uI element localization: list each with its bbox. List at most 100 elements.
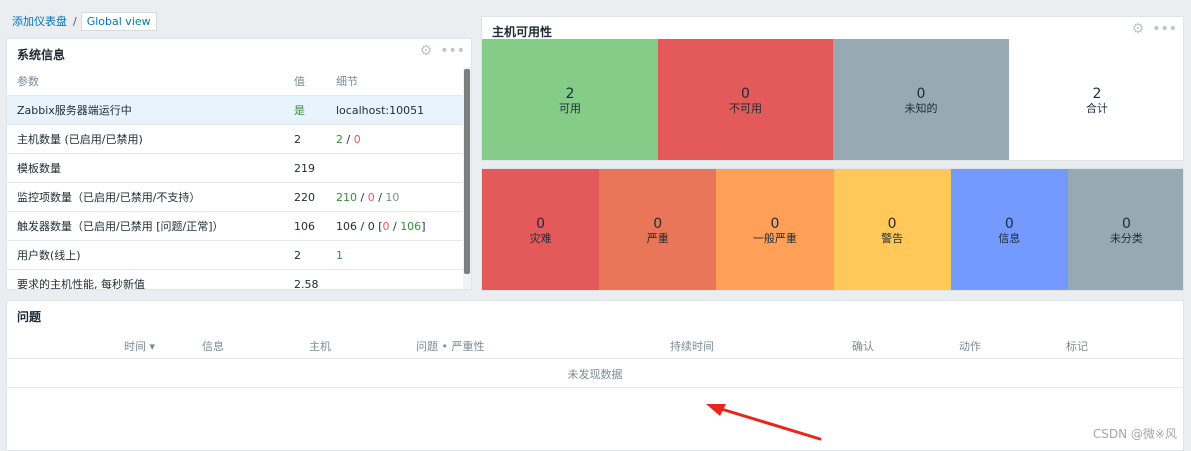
detail-separator: / <box>357 190 368 204</box>
column-header-detail: 细节 <box>336 75 358 88</box>
breadcrumb-separator: / <box>73 14 77 28</box>
severity-label: 灾难 <box>529 232 552 245</box>
column-header-duration: 持续时间 <box>670 340 714 353</box>
row-detail: 210 / 0 / 10 <box>336 191 465 204</box>
gear-icon[interactable]: ⚙ <box>420 44 433 58</box>
system-info-table: 参数 值 细节 Zabbix服务器端运行中 是 localhost:10051 … <box>7 67 465 290</box>
availability-label: 可用 <box>559 101 581 115</box>
table-row: 用户数(线上) 2 1 <box>7 241 465 270</box>
severity-label: 信息 <box>998 232 1021 245</box>
severity-count: 0 <box>653 216 663 232</box>
table-row: 触发器数量（已启用/已禁用 [问题/正常]） 106 106 / 0 [0 / … <box>7 212 465 241</box>
availability-available[interactable]: 2 可用 <box>482 39 658 160</box>
row-value: 219 <box>294 161 315 175</box>
row-param: 模板数量 <box>17 162 61 175</box>
watermark: CSDN @微※风 <box>1092 427 1177 441</box>
availability-label: 未知的 <box>904 101 938 115</box>
severity-not-classified[interactable]: 0 未分类 <box>1067 169 1183 290</box>
enabled-count: 210 <box>336 190 357 204</box>
row-detail: 106 / 0 [0 / 106] <box>336 220 465 233</box>
availability-unknown[interactable]: 0 未知的 <box>833 39 1009 160</box>
ok-count: 106 <box>400 219 422 233</box>
row-value: 106 <box>294 219 315 233</box>
row-detail: localhost:10051 <box>336 103 425 117</box>
row-value: 2 <box>294 132 301 146</box>
severity-count: 0 <box>887 216 897 232</box>
severity-label: 一般严重 <box>752 232 797 245</box>
severity-bar: 0 灾难 0 严重 0 一般严重 0 警告 0 信息 0 未分类 <box>482 169 1183 290</box>
availability-label: 不可用 <box>729 101 762 115</box>
table-row: 监控项数量（已启用/已禁用/不支持） 220 210 / 0 / 10 <box>7 183 465 212</box>
scrollbar[interactable] <box>463 67 471 289</box>
detail-separator: / <box>389 219 401 233</box>
problems-table-header: 时间 ▾ 信息 主机 问题 • 严重性 持续时间 确认 动作 标记 <box>7 330 1183 359</box>
severity-count: 0 <box>770 216 780 232</box>
availability-count: 0 <box>741 85 750 102</box>
severity-count: 0 <box>1121 216 1131 232</box>
severity-high[interactable]: 0 严重 <box>599 169 717 290</box>
row-value: 2.58 <box>294 277 319 290</box>
availability-unavailable[interactable]: 0 不可用 <box>658 39 833 160</box>
severity-count: 0 <box>1004 216 1014 232</box>
availability-count: 2 <box>565 85 575 102</box>
row-param: 主机数量 (已启用/已禁用) <box>17 133 143 146</box>
column-header-tags: 标记 <box>1066 340 1088 353</box>
severity-label: 警告 <box>881 232 904 245</box>
problems-widget: 问题 时间 ▾ 信息 主机 问题 • 严重性 持续时间 确认 动作 标记 未发现… <box>6 300 1184 451</box>
table-row: 主机数量 (已启用/已禁用) 2 2 / 0 <box>7 125 465 154</box>
column-header-time[interactable]: 时间 ▾ <box>124 338 155 354</box>
row-value: 220 <box>294 190 315 204</box>
system-info-widget: 系统信息 ⚙ ••• 参数 值 细节 Zabbix服务器端运行中 是 local… <box>6 38 472 290</box>
availability-total[interactable]: 2 合计 <box>1009 39 1183 160</box>
row-value: 2 <box>294 248 301 262</box>
more-icon[interactable]: ••• <box>1152 22 1177 36</box>
breadcrumb-current-dashboard[interactable]: Global view <box>80 11 157 31</box>
table-row: 模板数量 219 <box>7 154 465 183</box>
column-header-value: 值 <box>294 75 305 88</box>
column-header-info: 信息 <box>202 340 224 353</box>
host-availability-bar: 2 可用 0 不可用 0 未知的 2 合计 <box>482 39 1183 160</box>
severity-count: 0 <box>536 216 546 232</box>
column-header-ack: 确认 <box>852 340 874 353</box>
severity-warning[interactable]: 0 警告 <box>833 169 951 290</box>
availability-count: 2 <box>1092 85 1102 102</box>
detail-prefix: 106 / 0 [ <box>336 219 383 233</box>
availability-label: 合计 <box>1086 101 1108 115</box>
detail-separator: / <box>343 132 354 146</box>
row-param: 监控项数量（已启用/已禁用/不支持） <box>17 191 201 204</box>
problems-title: 问题 <box>17 310 42 324</box>
column-header-problem-severity[interactable]: 问题 • 严重性 <box>416 338 484 354</box>
severity-average[interactable]: 0 一般严重 <box>716 169 834 290</box>
unsupported-count: 10 <box>385 190 400 204</box>
row-param: Zabbix服务器端运行中 <box>17 104 132 117</box>
disabled-count: 0 <box>353 132 361 146</box>
table-row: 要求的主机性能, 每秒新值 2.58 <box>7 270 465 290</box>
row-param: 用户数(线上) <box>17 249 81 262</box>
breadcrumb: 添加仪表盘 / Global view <box>6 10 157 32</box>
more-icon[interactable]: ••• <box>440 44 465 58</box>
annotation-arrow-icon <box>706 404 822 441</box>
system-info-title: 系统信息 <box>17 48 66 62</box>
column-header-actions: 动作 <box>959 340 981 353</box>
scrollbar-thumb[interactable] <box>464 69 470 274</box>
gear-icon[interactable]: ⚙ <box>1132 22 1145 36</box>
severity-label: 严重 <box>646 232 669 245</box>
table-header-row: 参数 值 细节 <box>7 67 465 96</box>
system-info-header: 系统信息 ⚙ ••• <box>7 39 471 65</box>
row-param: 触发器数量（已启用/已禁用 [问题/正常]） <box>17 220 224 233</box>
availability-count: 0 <box>916 85 926 102</box>
disabled-count: 0 <box>367 190 375 204</box>
column-header-host[interactable]: 主机 <box>309 338 331 354</box>
enabled-count: 2 <box>336 132 343 146</box>
row-value: 是 <box>294 104 305 117</box>
severity-information[interactable]: 0 信息 <box>950 169 1068 290</box>
detail-suffix: ] <box>421 219 426 233</box>
host-availability-title: 主机可用性 <box>492 25 553 39</box>
breadcrumb-dashboards-link[interactable]: 添加仪表盘 <box>6 13 73 29</box>
column-header-param: 参数 <box>17 75 39 88</box>
row-detail: 2 / 0 <box>336 133 465 146</box>
table-row: Zabbix服务器端运行中 是 localhost:10051 <box>7 96 465 125</box>
severity-disaster[interactable]: 0 灾难 <box>482 169 600 290</box>
host-availability-widget: 主机可用性 ⚙ ••• 2 可用 0 不可用 0 未知的 2 合计 <box>481 16 1184 161</box>
row-detail: 1 <box>336 248 343 262</box>
